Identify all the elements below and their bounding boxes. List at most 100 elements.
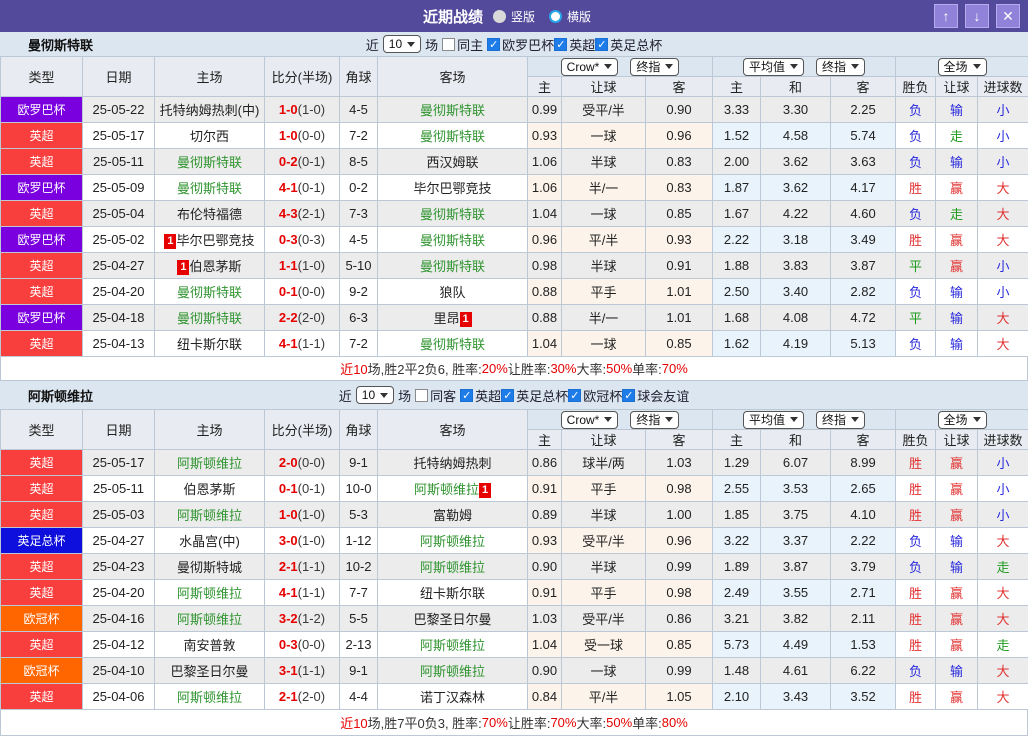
col-avg-away: 客 xyxy=(830,429,897,450)
radio-button-icon[interactable] xyxy=(549,9,562,23)
same-venue-checkbox-wrap[interactable]: 同客 xyxy=(415,386,456,405)
euro-stage-select[interactable]: 终指 xyxy=(816,57,866,76)
result-outcome: 负 xyxy=(895,657,937,684)
same-venue-checkbox-wrap[interactable]: 同主 xyxy=(442,35,483,54)
euro-odds-select[interactable]: 平均值 xyxy=(743,410,805,429)
result-outcome: 负 xyxy=(895,527,937,554)
table-row: 欧罗巴杯 25-04-18 曼彻斯特联 2-2(2-0) 6-3 里昂 1 0.8… xyxy=(0,304,1028,331)
result-handicap: 赢 xyxy=(935,579,979,606)
match-date: 25-04-27 xyxy=(82,252,155,279)
league-type-cell: 英超 xyxy=(0,200,83,227)
league-checkbox[interactable] xyxy=(568,388,582,402)
summary-segment: 大率: xyxy=(576,362,607,377)
asian-home-odds: 0.98 xyxy=(527,252,562,279)
league-filter-group: 英超 英足总杯 欧冠杯 球会友谊 xyxy=(460,386,689,405)
radio-button-icon[interactable] xyxy=(492,9,506,23)
asian-away-odds: 0.90 xyxy=(644,96,714,123)
result-outcome: 平 xyxy=(895,252,937,279)
summary-segment: 70% xyxy=(661,361,688,376)
league-checkbox[interactable] xyxy=(622,388,636,402)
avg-away-odds: 3.63 xyxy=(830,148,897,175)
radio-horizontal-layout[interactable]: 横版 xyxy=(549,8,591,25)
close-button[interactable]: ✕ xyxy=(996,4,1020,28)
asian-away-odds: 1.00 xyxy=(644,501,714,528)
avg-draw-odds: 4.58 xyxy=(760,122,832,149)
odds-company-select[interactable]: Crow* xyxy=(560,410,619,429)
league-checkbox[interactable] xyxy=(487,37,501,51)
asian-home-odds: 1.04 xyxy=(527,330,562,357)
chevron-down-icon xyxy=(790,64,799,69)
league-type-badge: 英超 xyxy=(1,331,82,356)
match-date: 25-04-20 xyxy=(82,579,155,606)
summary-segment: 70% xyxy=(550,715,577,730)
away-team: 曼彻斯特联 xyxy=(377,330,528,357)
same-venue-checkbox[interactable] xyxy=(415,388,429,402)
league-checkbox-wrap[interactable]: 英超 xyxy=(460,386,501,405)
avg-draw-odds: 3.40 xyxy=(760,278,832,305)
avg-away-odds: 2.25 xyxy=(830,96,897,123)
league-checkbox[interactable] xyxy=(554,37,568,51)
col-let-line: 让球 xyxy=(561,76,646,97)
col-type: 类型 xyxy=(0,56,83,97)
home-team: 布伦特福德 xyxy=(154,200,265,227)
same-venue-label: 同主 xyxy=(457,37,484,53)
away-team: 里昂 1 xyxy=(377,304,528,331)
league-checkbox[interactable] xyxy=(460,388,474,402)
odds-company-select[interactable]: Crow* xyxy=(560,57,619,76)
result-goals: 小 xyxy=(977,501,1028,528)
chevron-down-icon xyxy=(665,417,674,422)
asian-home-odds: 0.96 xyxy=(527,226,562,253)
result-goals: 大 xyxy=(977,579,1028,606)
euro-odds-select[interactable]: 平均值 xyxy=(743,57,805,76)
asian-away-odds: 0.96 xyxy=(644,122,714,149)
avg-draw-odds: 4.49 xyxy=(760,631,832,658)
avg-draw-odds: 3.82 xyxy=(760,605,832,632)
avg-home-odds: 1.87 xyxy=(712,174,762,201)
avg-away-odds: 2.65 xyxy=(830,475,897,502)
match-date: 25-05-22 xyxy=(82,96,155,123)
odds-stage-select[interactable]: 终指 xyxy=(630,57,680,76)
league-checkbox-wrap[interactable]: 英足总杯 xyxy=(501,386,568,405)
asian-home-odds: 1.06 xyxy=(527,148,562,175)
league-checkbox[interactable] xyxy=(501,388,515,402)
result-goals: 小 xyxy=(977,449,1028,476)
scope-select[interactable]: 全场 xyxy=(937,57,987,76)
team-filter-bar: 阿斯顿维拉 近 10 场 同客 英超 xyxy=(0,381,1028,409)
league-checkbox-wrap[interactable]: 英足总杯 xyxy=(595,35,662,54)
avg-home-odds: 1.29 xyxy=(712,449,762,476)
move-up-button[interactable]: ↑ xyxy=(934,4,958,28)
league-checkbox-wrap[interactable]: 欧冠杯 xyxy=(568,386,622,405)
odds-stage-select[interactable]: 终指 xyxy=(630,410,680,429)
league-type-badge: 英超 xyxy=(1,279,82,304)
col-avg-home: 主 xyxy=(712,76,762,97)
result-outcome: 负 xyxy=(895,96,937,123)
corners: 4-5 xyxy=(339,96,378,123)
league-checkbox-wrap[interactable]: 球会友谊 xyxy=(622,386,689,405)
scope-select[interactable]: 全场 xyxy=(937,410,987,429)
match-count-select[interactable]: 10 xyxy=(382,35,422,53)
table-row: 欧冠杯 25-04-10 巴黎圣日尔曼 3-1(1-1) 9-1 阿斯顿维拉 0… xyxy=(0,657,1028,684)
league-type-cell: 英超 xyxy=(0,501,83,528)
corners: 7-2 xyxy=(339,122,378,149)
same-venue-checkbox[interactable] xyxy=(442,37,456,51)
league-checkbox-wrap[interactable]: 英超 xyxy=(554,35,595,54)
avg-away-odds: 4.17 xyxy=(830,174,897,201)
match-date: 25-04-27 xyxy=(82,527,155,554)
avg-away-odds: 2.22 xyxy=(830,527,897,554)
table-row: 英超 25-04-27 1 伯恩茅斯 1-1(1-0) 5-10 曼彻斯特联 0.… xyxy=(0,252,1028,279)
score: 0-3(0-3) xyxy=(264,226,340,253)
radio-vertical-layout[interactable]: 竖版 xyxy=(492,8,535,25)
league-checkbox[interactable] xyxy=(595,37,609,51)
avg-home-odds: 2.10 xyxy=(712,683,762,710)
avg-draw-odds: 6.07 xyxy=(760,449,832,476)
league-checkbox-wrap[interactable]: 欧罗巴杯 xyxy=(487,35,554,54)
col-goals: 进球数 xyxy=(977,429,1028,450)
result-handicap: 输 xyxy=(935,553,979,580)
match-count-select[interactable]: 10 xyxy=(355,386,395,404)
league-type-badge: 英超 xyxy=(1,632,82,657)
euro-stage-select[interactable]: 终指 xyxy=(816,410,866,429)
result-handicap: 赢 xyxy=(935,475,979,502)
move-down-button[interactable]: ↓ xyxy=(965,4,989,28)
corners: 7-2 xyxy=(339,330,378,357)
corners: 4-5 xyxy=(339,226,378,253)
